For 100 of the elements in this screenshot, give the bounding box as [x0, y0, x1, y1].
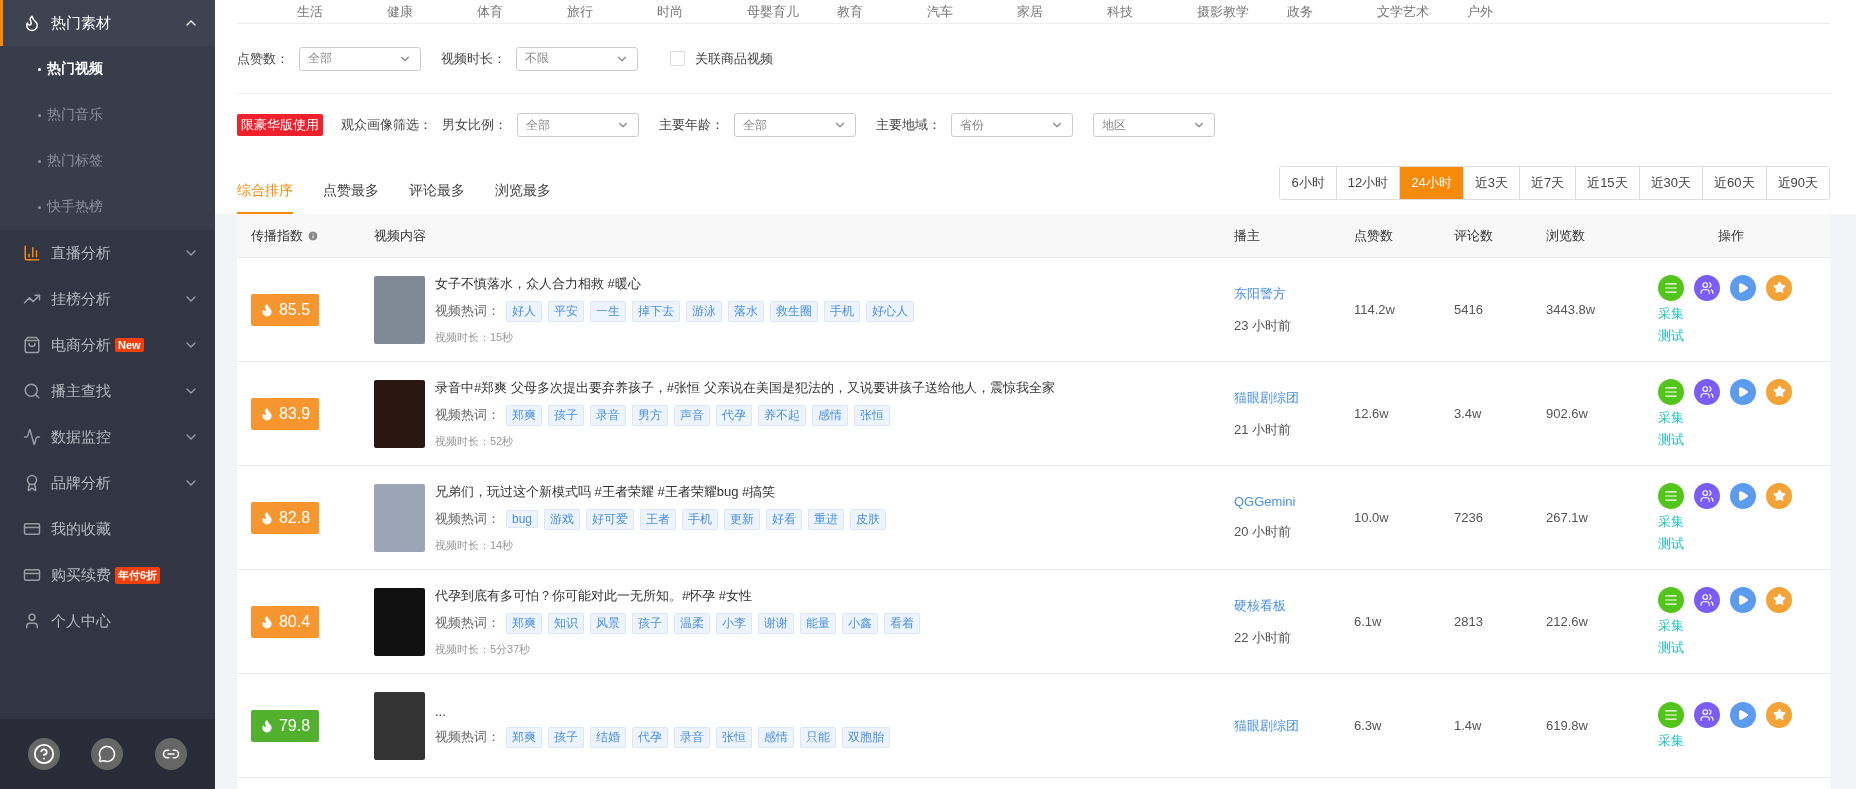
keyword-tag[interactable]: 皮肤 — [850, 508, 887, 530]
action-link[interactable]: 采集 — [1658, 408, 1684, 427]
keyword-tag[interactable]: 录音 — [674, 726, 710, 748]
keyword-tag[interactable]: 温柔 — [674, 612, 710, 634]
list-button[interactable] — [1658, 701, 1684, 728]
keyword-tag[interactable]: 王者 — [640, 508, 677, 530]
video-thumbnail[interactable] — [374, 275, 425, 344]
keyword-tag[interactable]: bug — [506, 510, 539, 528]
keyword-tag[interactable]: 孩子 — [632, 612, 668, 634]
category-link[interactable]: 户外 — [1467, 2, 1557, 21]
users-button[interactable] — [1694, 274, 1720, 301]
nav-item[interactable]: 直播分析 — [0, 230, 215, 276]
author-link[interactable]: 东阳警方 — [1234, 284, 1340, 303]
video-thumbnail[interactable] — [374, 691, 425, 760]
video-thumbnail[interactable] — [374, 587, 425, 656]
author-link[interactable]: 猫眼剧综团 — [1234, 388, 1340, 407]
keyword-tag[interactable]: 只能 — [800, 726, 836, 748]
video-thumbnail[interactable] — [374, 379, 425, 448]
keyword-tag[interactable]: 能量 — [800, 612, 836, 634]
keyword-tag[interactable]: 代孕 — [716, 404, 752, 426]
play-button[interactable] — [1730, 482, 1756, 509]
list-button[interactable] — [1658, 482, 1684, 509]
submenu-item[interactable]: 快手热榜 — [0, 184, 215, 230]
keyword-tag[interactable]: 孩子 — [548, 404, 584, 426]
nav-item[interactable]: 品牌分析 — [0, 460, 215, 506]
play-button[interactable] — [1730, 274, 1756, 301]
link-button[interactable] — [155, 738, 188, 770]
keyword-tag[interactable]: 小鑫 — [842, 612, 878, 634]
keyword-tag[interactable]: 游戏 — [544, 508, 581, 530]
nav-item[interactable]: 数据监控 — [0, 414, 215, 460]
filter-select[interactable]: 全部 — [299, 46, 421, 71]
category-link[interactable]: 健康 — [387, 2, 477, 21]
keyword-tag[interactable]: 郑爽 — [506, 404, 542, 426]
favorite-button[interactable] — [1766, 274, 1792, 301]
time-range-button[interactable]: 近90天 — [1765, 167, 1829, 199]
users-button[interactable] — [1694, 701, 1720, 728]
filter-select[interactable]: 地区 — [1093, 113, 1215, 137]
filter-select[interactable]: 全部 — [734, 113, 856, 137]
nav-item[interactable]: 电商分析 New — [0, 322, 215, 368]
nav-item[interactable]: 挂榜分析 — [0, 276, 215, 322]
sort-tab[interactable]: 浏览最多 — [495, 182, 551, 214]
action-link[interactable]: 采集 — [1658, 512, 1684, 531]
filter-select[interactable]: 全部 — [517, 113, 639, 137]
favorite-button[interactable] — [1766, 701, 1792, 728]
users-button[interactable] — [1694, 378, 1720, 405]
category-link[interactable]: 家居 — [1017, 2, 1107, 21]
time-range-button[interactable]: 24小时 — [1399, 167, 1463, 199]
keyword-tag[interactable]: 小李 — [716, 612, 752, 634]
filter-select[interactable]: 不限 — [516, 46, 638, 71]
author-link[interactable]: 硬核看板 — [1234, 596, 1340, 615]
keyword-tag[interactable]: 好心人 — [866, 300, 914, 322]
category-link[interactable]: 文学艺术 — [1377, 2, 1467, 21]
users-button[interactable] — [1694, 586, 1720, 613]
list-button[interactable] — [1658, 586, 1684, 613]
keyword-tag[interactable]: 重进 — [808, 508, 845, 530]
keyword-tag[interactable]: 养不起 — [758, 404, 806, 426]
category-link[interactable]: 摄影教学 — [1197, 2, 1287, 21]
action-link[interactable]: 测试 — [1658, 638, 1684, 657]
submenu-item[interactable]: 热门视频 — [0, 46, 215, 92]
keyword-tag[interactable]: 感情 — [758, 726, 794, 748]
keyword-tag[interactable]: 双胞胎 — [842, 726, 890, 748]
nav-item[interactable]: 个人中心 — [0, 598, 215, 644]
category-link[interactable]: 旅行 — [567, 2, 657, 21]
keyword-tag[interactable]: 录音 — [590, 404, 626, 426]
keyword-tag[interactable]: 手机 — [682, 508, 719, 530]
keyword-tag[interactable]: 好看 — [766, 508, 803, 530]
sort-tab[interactable]: 点赞最多 — [323, 182, 379, 214]
action-link[interactable]: 采集 — [1658, 616, 1684, 635]
keyword-tag[interactable]: 代孕 — [632, 726, 668, 748]
play-button[interactable] — [1730, 586, 1756, 613]
keyword-tag[interactable]: 谢谢 — [758, 612, 794, 634]
list-button[interactable] — [1658, 274, 1684, 301]
category-link[interactable]: 体育 — [477, 2, 567, 21]
keyword-tag[interactable]: 知识 — [548, 612, 584, 634]
keyword-tag[interactable]: 平安 — [548, 300, 584, 322]
keyword-tag[interactable]: 张恒 — [854, 404, 890, 426]
nav-item[interactable]: 购买续费 年付6折 — [0, 552, 215, 598]
play-button[interactable] — [1730, 701, 1756, 728]
list-button[interactable] — [1658, 378, 1684, 405]
keyword-tag[interactable]: 男方 — [632, 404, 668, 426]
author-link[interactable]: QGGemini — [1234, 494, 1340, 509]
submenu-item[interactable]: 热门音乐 — [0, 92, 215, 138]
favorite-button[interactable] — [1766, 482, 1792, 509]
action-link[interactable]: 测试 — [1658, 534, 1684, 553]
keyword-tag[interactable]: 郑爽 — [506, 612, 542, 634]
category-link[interactable]: 生活 — [297, 2, 387, 21]
nav-item[interactable]: 我的收藏 — [0, 506, 215, 552]
keyword-tag[interactable]: 掉下去 — [632, 300, 680, 322]
filter-select[interactable]: 省份 — [951, 113, 1073, 137]
keyword-tag[interactable]: 结婚 — [590, 726, 626, 748]
keyword-tag[interactable]: 更新 — [724, 508, 761, 530]
keyword-tag[interactable]: 声音 — [674, 404, 710, 426]
category-link[interactable]: 科技 — [1107, 2, 1197, 21]
keyword-tag[interactable]: 风景 — [590, 612, 626, 634]
favorite-button[interactable] — [1766, 378, 1792, 405]
action-link[interactable]: 采集 — [1658, 731, 1684, 750]
keyword-tag[interactable]: 好人 — [506, 300, 542, 322]
video-thumbnail[interactable] — [374, 483, 425, 552]
play-button[interactable] — [1730, 378, 1756, 405]
category-link[interactable]: 汽车 — [927, 2, 1017, 21]
